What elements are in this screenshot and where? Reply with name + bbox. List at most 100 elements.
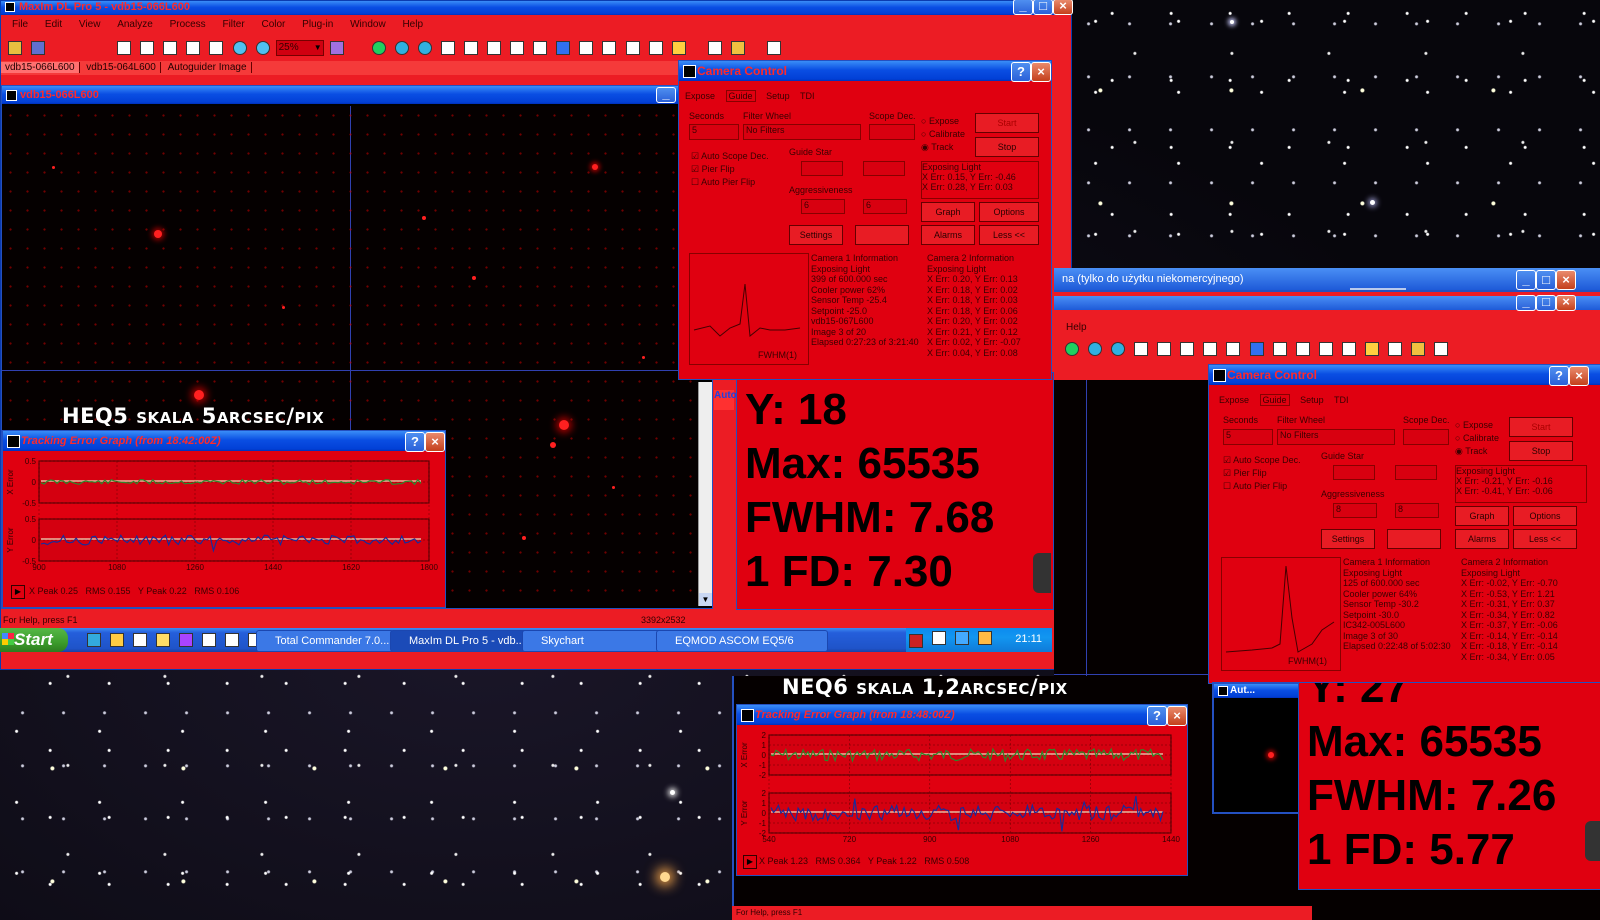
guide-star-y[interactable] — [863, 161, 905, 176]
histogram-icon[interactable] — [163, 41, 178, 55]
folder-icon[interactable] — [1410, 342, 1425, 356]
menu-help[interactable]: Help — [402, 19, 423, 30]
link-icon[interactable] — [1295, 342, 1310, 356]
check-pier-flip[interactable]: ☑ Pier Flip — [691, 164, 735, 175]
close-button[interactable]: × — [1031, 62, 1051, 82]
aggressiveness-x[interactable]: 6 — [801, 199, 845, 214]
image-minimize-button[interactable]: _ — [656, 87, 676, 103]
zoom-out-icon[interactable] — [417, 41, 432, 55]
layers-icon[interactable] — [209, 41, 224, 55]
doc-tab[interactable]: vdb15-064L600 — [82, 62, 161, 73]
zoom-in-icon[interactable] — [1088, 342, 1103, 356]
second-inner-titlebar[interactable]: _ □ × — [1054, 295, 1600, 311]
camera-icon[interactable] — [1157, 342, 1172, 356]
tab-setup[interactable]: Setup — [1300, 395, 1324, 405]
guide-star-y[interactable] — [1395, 465, 1437, 480]
alarms-button[interactable]: Alarms — [921, 225, 975, 245]
close-button[interactable]: × — [1053, 0, 1073, 15]
stop-button[interactable]: Stop — [975, 137, 1039, 157]
hourglass-icon[interactable] — [156, 633, 171, 647]
zoom-in-icon[interactable] — [394, 41, 409, 55]
aggressiveness-y[interactable]: 8 — [1395, 503, 1439, 518]
close-button[interactable]: × — [425, 432, 445, 452]
close-button[interactable]: × — [1556, 295, 1576, 311]
options-button[interactable]: Options — [979, 202, 1039, 222]
zoom-select[interactable]: 25% ▼ — [275, 40, 324, 56]
target-icon[interactable] — [533, 41, 548, 55]
image-icon[interactable] — [117, 41, 132, 55]
camera-control-title-bar[interactable]: Camera Control ? × — [1209, 365, 1600, 386]
settings-icon[interactable] — [1434, 342, 1448, 356]
ie-icon[interactable] — [87, 633, 101, 647]
seconds-input[interactable]: 5 — [689, 124, 739, 140]
task-maxim[interactable]: MaxIm DL Pro 5 - vdb... — [390, 630, 530, 652]
table-icon[interactable] — [707, 41, 722, 55]
menu-filter[interactable]: Filter — [222, 19, 244, 30]
zoom-out-icon[interactable] — [1111, 342, 1126, 356]
graph-button[interactable]: Graph — [1455, 506, 1509, 526]
doc-tab[interactable]: Autoguider Image — [163, 62, 252, 73]
move-button[interactable] — [1387, 529, 1441, 549]
radio-expose[interactable]: ○ Expose — [1455, 420, 1493, 430]
close-button[interactable]: × — [1556, 270, 1576, 290]
maximize-button[interactable]: □ — [1536, 270, 1556, 290]
mountain-icon[interactable] — [1203, 342, 1218, 356]
help-button[interactable]: ? — [1549, 366, 1569, 386]
camera-control-title-bar[interactable]: Camera Control ? × — [679, 61, 1051, 82]
aggressiveness-y[interactable]: 6 — [863, 199, 907, 214]
printer-icon[interactable] — [133, 633, 148, 647]
radio-expose[interactable]: ○ Expose — [921, 116, 959, 126]
teg2-play-button[interactable]: ▶ — [743, 855, 757, 869]
tab-expose[interactable]: Expose — [1219, 395, 1249, 405]
tab-expose[interactable]: Expose — [685, 91, 715, 101]
frame-icon[interactable] — [556, 41, 571, 55]
scroll-handle-icon[interactable] — [1033, 553, 1051, 593]
link-icon[interactable] — [602, 41, 617, 55]
frame-icon[interactable] — [1249, 342, 1264, 356]
radio-calibrate[interactable]: ○ Calibrate — [921, 129, 965, 139]
less-button[interactable]: Less << — [1513, 529, 1577, 549]
start-button[interactable]: Start — [975, 113, 1039, 133]
camera-icon[interactable] — [464, 41, 479, 55]
check-auto-scope-dec[interactable]: ☑ Auto Scope Dec. — [1223, 455, 1301, 466]
app-icon[interactable] — [179, 633, 194, 647]
radio-calibrate[interactable]: ○ Calibrate — [1455, 433, 1499, 443]
green-dot-icon[interactable] — [371, 41, 386, 55]
stop-button[interactable]: Stop — [1509, 441, 1573, 461]
maximize-button[interactable]: □ — [1033, 0, 1053, 15]
maxim-title-bar[interactable]: MaxIm DL Pro 5 - vdb15-066L600 _ □ × — [1, 0, 1073, 15]
second-window-titlebar[interactable]: na (tylko do użytku niekomercyjnego) _ □… — [1054, 268, 1600, 290]
radio-track[interactable]: ◉ Track — [921, 142, 953, 153]
network-icon[interactable] — [1341, 342, 1356, 356]
save-icon[interactable] — [31, 41, 46, 55]
guide-star-x[interactable] — [801, 161, 843, 176]
tab-tdi[interactable]: TDI — [1334, 395, 1349, 405]
filter-select[interactable]: No Filters — [1277, 429, 1395, 445]
scope-dec-input[interactable] — [869, 124, 915, 140]
menu-process[interactable]: Process — [170, 19, 206, 30]
autoguider-title-bar[interactable]: Aut... — [1214, 684, 1300, 698]
minimize-button[interactable]: _ — [1516, 295, 1536, 311]
volume-icon[interactable] — [978, 631, 993, 645]
grid-icon[interactable] — [441, 41, 455, 55]
settings-icon[interactable] — [766, 41, 781, 55]
help-button[interactable]: ? — [1011, 62, 1031, 82]
menu-analyze[interactable]: Analyze — [117, 19, 153, 30]
stack-icon[interactable] — [1272, 342, 1287, 356]
aggressiveness-x[interactable]: 8 — [1333, 503, 1377, 518]
options-button[interactable]: Options — [1513, 506, 1577, 526]
help-button[interactable]: ? — [1147, 706, 1167, 726]
target-icon[interactable] — [1226, 342, 1241, 356]
doc-tab[interactable]: vdb15-066L600 — [1, 62, 80, 73]
minimize-button[interactable]: _ — [1013, 0, 1033, 15]
check-pier-flip[interactable]: ☑ Pier Flip — [1223, 468, 1267, 479]
task-total-commander[interactable]: Total Commander 7.0... — [256, 630, 394, 652]
teg1-title-bar[interactable]: Tracking Error Graph (from 18:42:00Z) ? … — [3, 431, 445, 452]
less-button[interactable]: Less << — [979, 225, 1039, 245]
telescope-icon[interactable] — [202, 633, 217, 647]
scroll-handle-icon[interactable] — [1585, 821, 1600, 861]
graph-button[interactable]: Graph — [921, 202, 975, 222]
settings-button[interactable]: Settings — [789, 225, 843, 245]
green-dot-icon[interactable] — [1065, 342, 1079, 356]
scroll-down-arrow[interactable]: ▼ — [699, 593, 712, 606]
